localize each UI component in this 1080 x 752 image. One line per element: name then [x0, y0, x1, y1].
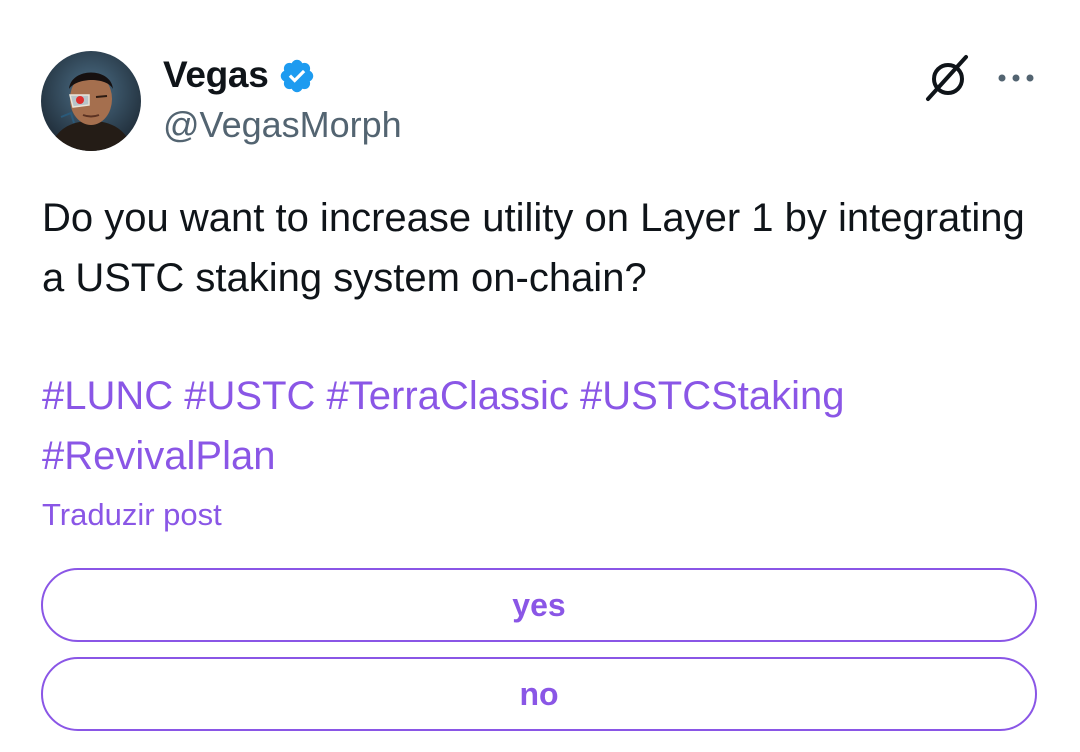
verified-badge-icon — [281, 59, 314, 93]
translate-post-link[interactable]: Traduzir post — [42, 497, 222, 533]
poll-option-no[interactable]: no — [41, 657, 1037, 731]
avatar[interactable] — [41, 51, 141, 151]
avatar-image — [41, 51, 141, 151]
hashtag-list: #LUNC #USTC #TerraClassic #USTCStaking #… — [42, 366, 1042, 486]
grok-icon[interactable] — [922, 52, 974, 104]
hashtag-link[interactable]: #RevivalPlan — [42, 434, 275, 478]
poll-option-label: yes — [512, 586, 566, 623]
author-name-row: Vegas — [163, 52, 316, 98]
hashtag-link[interactable]: #USTCStaking — [580, 374, 845, 418]
poll-option-label: no — [519, 675, 559, 712]
post-text: Do you want to increase utility on Layer… — [42, 196, 1025, 300]
post-card: Vegas @VegasMorph Do you want to increas… — [0, 0, 1080, 752]
poll-option-yes[interactable]: yes — [41, 568, 1037, 642]
hashtag-link[interactable]: #LUNC — [42, 374, 173, 418]
more-options-icon[interactable] — [994, 60, 1038, 96]
hashtag-link[interactable]: #TerraClassic — [327, 374, 569, 418]
author-handle[interactable]: @VegasMorph — [163, 104, 402, 146]
author-display-name[interactable]: Vegas — [163, 54, 269, 96]
hashtag-link[interactable]: #USTC — [184, 374, 315, 418]
